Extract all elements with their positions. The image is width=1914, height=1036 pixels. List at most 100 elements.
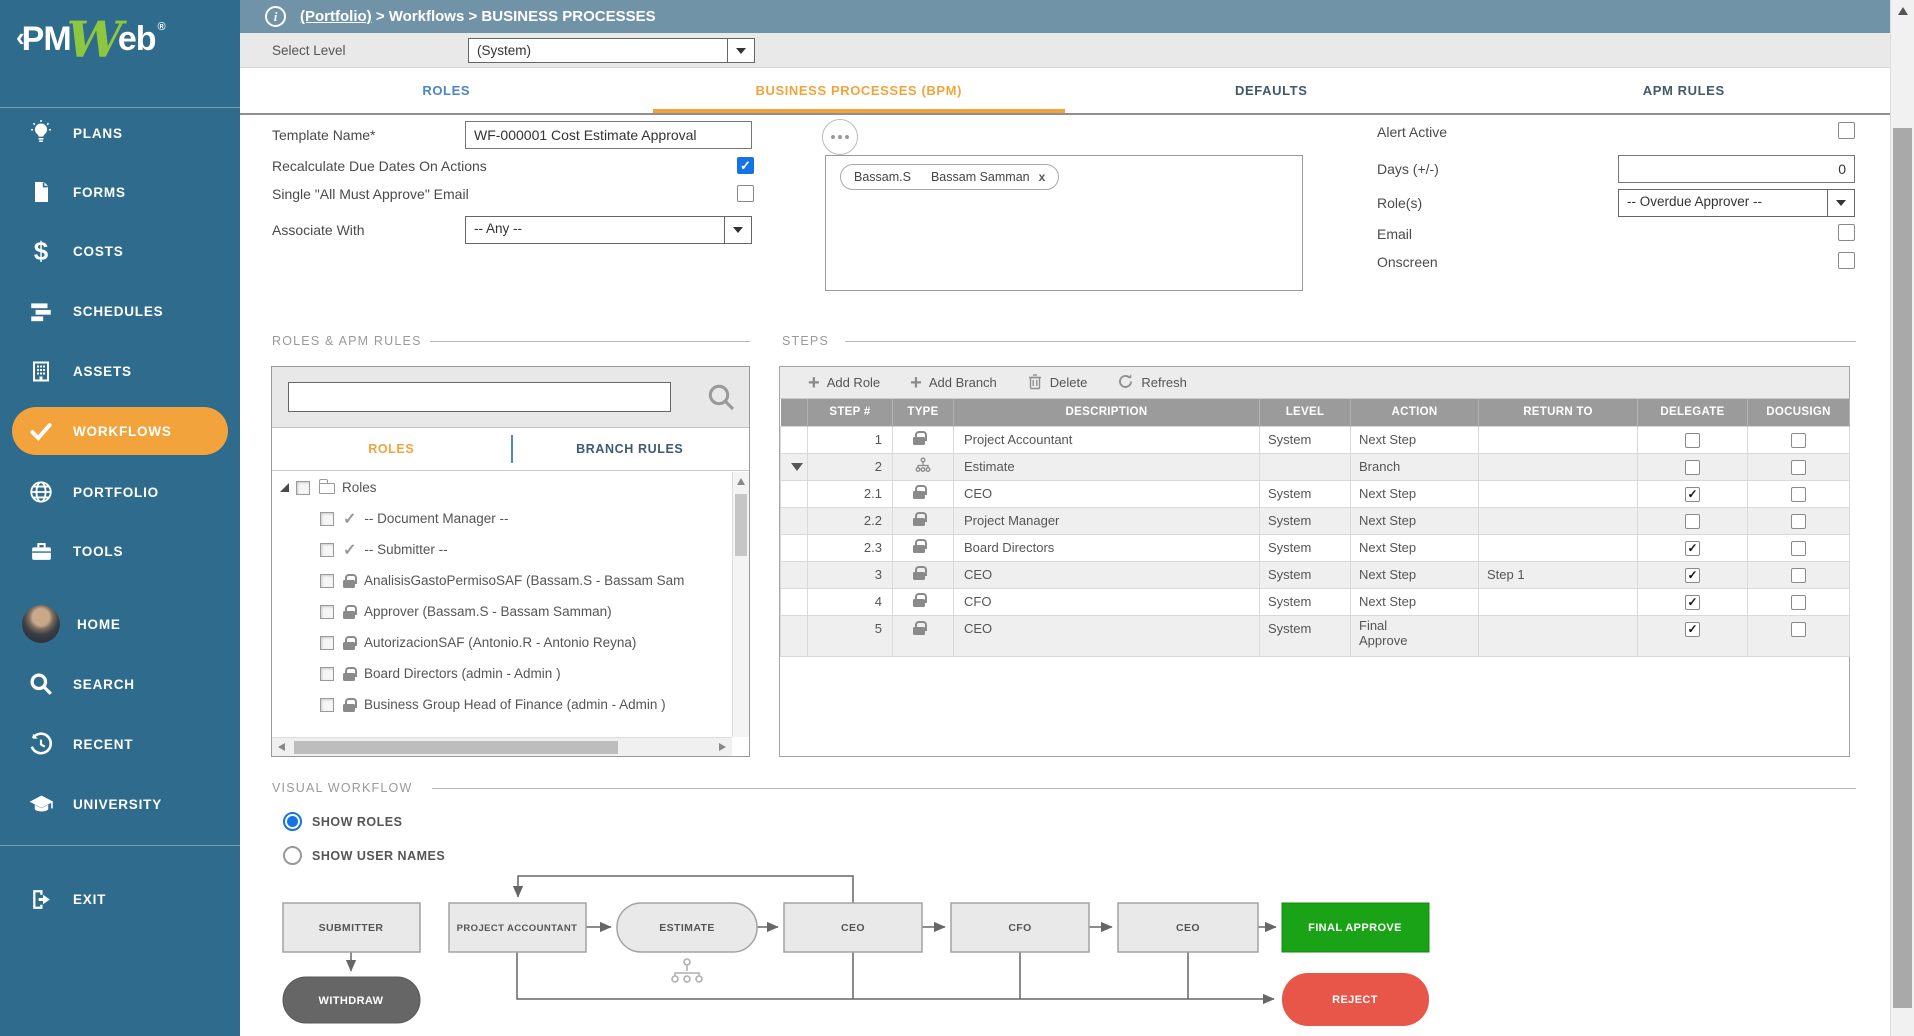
scroll-right-icon[interactable] xyxy=(719,743,726,751)
tree-item[interactable]: ✓-- Document Manager -- xyxy=(272,503,732,534)
sidebar-item-plans[interactable]: PLANS xyxy=(0,109,240,157)
tab-apm-rules[interactable]: APM RULES xyxy=(1478,68,1891,113)
collapse-icon[interactable] xyxy=(791,463,803,471)
docusign-checkbox[interactable] xyxy=(1791,433,1806,448)
sidebar-item-recent[interactable]: RECENT xyxy=(0,720,240,768)
delegate-checkbox[interactable] xyxy=(1685,487,1700,502)
tree-root-roles[interactable]: Roles xyxy=(272,472,732,503)
notify-users-box[interactable]: Bassam.S Bassam Samman x xyxy=(825,155,1303,291)
docusign-checkbox[interactable] xyxy=(1791,514,1806,529)
template-name-input[interactable] xyxy=(465,121,752,149)
tab-roles[interactable]: ROLES xyxy=(240,68,653,113)
delete-button[interactable]: Delete xyxy=(1027,373,1088,393)
radio-icon[interactable] xyxy=(283,846,302,865)
tree-checkbox[interactable] xyxy=(320,698,334,712)
sidebar-item-workflows[interactable]: WORKFLOWS xyxy=(12,407,228,455)
add-branch-button[interactable]: +Add Branch xyxy=(910,375,997,391)
docusign-checkbox[interactable] xyxy=(1791,487,1806,502)
delegate-checkbox[interactable] xyxy=(1685,568,1700,583)
tab-business-processes[interactable]: BUSINESS PROCESSES (BPM) xyxy=(653,68,1066,113)
tree-item[interactable]: AnalisisGastoPermisoSAF (Bassam.S - Bass… xyxy=(272,565,732,596)
chevron-down-icon[interactable] xyxy=(1827,190,1854,216)
alert-active-checkbox[interactable] xyxy=(1838,122,1855,139)
recalc-checkbox[interactable] xyxy=(737,157,754,174)
scrollbar-thumb[interactable] xyxy=(1893,128,1912,1008)
tree-item[interactable]: AutorizacionSAF (Antonio.R - Antonio Rey… xyxy=(272,627,732,658)
page-scrollbar[interactable] xyxy=(1890,0,1914,1036)
docusign-checkbox[interactable] xyxy=(1791,622,1806,637)
tab-defaults[interactable]: DEFAULTS xyxy=(1065,68,1478,113)
tree-checkbox[interactable] xyxy=(320,636,334,650)
scroll-up-icon[interactable] xyxy=(1898,7,1908,15)
chevron-down-icon[interactable] xyxy=(724,217,751,243)
step-row[interactable]: 2.1 CEO System Next Step xyxy=(781,480,1850,507)
tab-branch-rules[interactable]: BRANCH RULES xyxy=(511,442,750,456)
docusign-checkbox[interactable] xyxy=(1791,595,1806,610)
step-row[interactable]: 5 CEO System Final Approve xyxy=(781,615,1850,656)
remove-tag-icon[interactable]: x xyxy=(1039,170,1046,184)
tree-checkbox[interactable] xyxy=(320,605,334,619)
step-row[interactable]: 1 Project Accountant System Next Step xyxy=(781,426,1850,453)
sidebar-item-portfolio[interactable]: PORTFOLIO xyxy=(0,468,240,516)
select-level-dropdown[interactable]: (System) xyxy=(468,38,755,63)
tree-item[interactable]: Business Group Head of Finance (admin - … xyxy=(272,689,732,720)
sidebar-item-search[interactable]: SEARCH xyxy=(0,660,240,708)
expand-icon[interactable] xyxy=(280,483,289,492)
scrollbar-thumb[interactable] xyxy=(735,494,747,556)
tree-checkbox[interactable] xyxy=(320,543,334,557)
sidebar-item-university[interactable]: UNIVERSITY xyxy=(0,780,240,828)
sidebar-item-exit[interactable]: EXIT xyxy=(0,875,240,923)
sidebar-item-assets[interactable]: ASSETS xyxy=(0,347,240,395)
delegate-checkbox[interactable] xyxy=(1685,595,1700,610)
docusign-checkbox[interactable] xyxy=(1791,541,1806,556)
search-icon[interactable] xyxy=(705,381,737,413)
scroll-up-icon[interactable] xyxy=(737,478,745,485)
tree-item[interactable]: Board Directors (admin - Admin ) xyxy=(272,658,732,689)
chevron-down-icon[interactable] xyxy=(727,39,754,62)
associate-with-dropdown[interactable]: -- Any -- xyxy=(465,216,752,244)
show-user-names-radio[interactable]: SHOW USER NAMES xyxy=(283,846,445,865)
single-email-checkbox[interactable] xyxy=(737,185,754,202)
step-row[interactable]: 2.2 Project Manager System Next Step xyxy=(781,507,1850,534)
tree-item[interactable]: ✓-- Submitter -- xyxy=(272,534,732,565)
ellipsis-button[interactable] xyxy=(822,119,858,155)
sidebar-item-costs[interactable]: $COSTS xyxy=(0,227,240,275)
delegate-checkbox[interactable] xyxy=(1685,460,1700,475)
email-checkbox[interactable] xyxy=(1838,224,1855,241)
tree-checkbox[interactable] xyxy=(296,481,310,495)
tab-panel-roles[interactable]: ROLES xyxy=(272,442,511,456)
delegate-checkbox[interactable] xyxy=(1685,622,1700,637)
docusign-checkbox[interactable] xyxy=(1791,460,1806,475)
tree-checkbox[interactable] xyxy=(320,512,334,526)
tree-item[interactable]: Approver (Bassam.S - Bassam Samman) xyxy=(272,596,732,627)
info-icon[interactable]: i xyxy=(265,6,286,27)
tree-checkbox[interactable] xyxy=(320,667,334,681)
step-row[interactable]: 2.3 Board Directors System Next Step xyxy=(781,534,1850,561)
delegate-checkbox[interactable] xyxy=(1685,541,1700,556)
sidebar-item-schedules[interactable]: SCHEDULES xyxy=(0,287,240,335)
onscreen-checkbox[interactable] xyxy=(1838,252,1855,269)
tree-horizontal-scrollbar[interactable] xyxy=(272,737,732,756)
pmweb-logo[interactable]: ‹PMWeb® xyxy=(16,20,165,59)
scrollbar-thumb[interactable] xyxy=(294,741,618,754)
radio-selected-icon[interactable] xyxy=(283,812,302,831)
add-role-button[interactable]: +Add Role xyxy=(808,375,880,391)
delegate-checkbox[interactable] xyxy=(1685,433,1700,448)
step-row-branch[interactable]: 2 Estimate Branch xyxy=(781,453,1850,480)
sidebar-item-tools[interactable]: TOOLS xyxy=(0,527,240,575)
delegate-checkbox[interactable] xyxy=(1685,514,1700,529)
roles-dropdown[interactable]: -- Overdue Approver -- xyxy=(1618,189,1855,217)
docusign-checkbox[interactable] xyxy=(1791,568,1806,583)
sidebar-item-forms[interactable]: FORMS xyxy=(0,168,240,216)
tree-checkbox[interactable] xyxy=(320,574,334,588)
breadcrumb-portfolio-link[interactable]: (Portfolio) xyxy=(300,8,372,25)
step-row[interactable]: 3 CEO System Next Step Step 1 xyxy=(781,561,1850,588)
scroll-left-icon[interactable] xyxy=(278,743,285,751)
tree-vertical-scrollbar[interactable] xyxy=(732,472,749,737)
days-input[interactable] xyxy=(1618,155,1855,183)
sidebar-item-home[interactable]: HOME xyxy=(0,600,240,648)
refresh-button[interactable]: Refresh xyxy=(1117,373,1187,393)
show-roles-radio[interactable]: SHOW ROLES xyxy=(283,812,402,831)
roles-search-input[interactable] xyxy=(288,382,671,412)
step-row[interactable]: 4 CFO System Next Step xyxy=(781,588,1850,615)
